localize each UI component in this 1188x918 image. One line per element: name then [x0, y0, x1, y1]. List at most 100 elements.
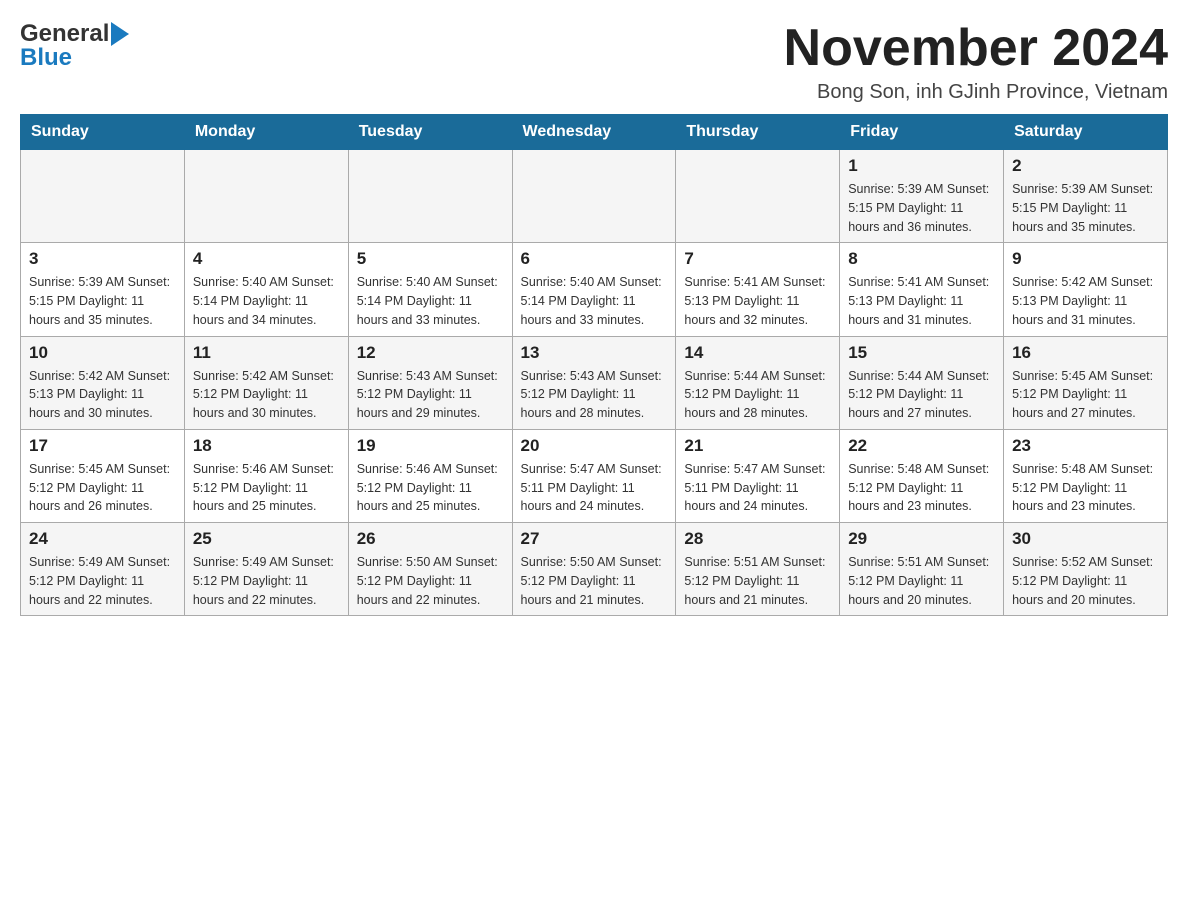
day-info: Sunrise: 5:41 AM Sunset: 5:13 PM Dayligh…	[684, 273, 831, 329]
day-number: 28	[684, 529, 831, 549]
calendar-cell: 15Sunrise: 5:44 AM Sunset: 5:12 PM Dayli…	[840, 336, 1004, 429]
calendar-cell: 5 Sunrise: 5:40 AM Sunset: 5:14 PM Daylig…	[348, 243, 512, 336]
calendar-cell: 9Sunrise: 5:42 AM Sunset: 5:13 PM Daylig…	[1004, 243, 1168, 336]
calendar-week-row: 1 Sunrise: 5:39 AM Sunset: 5:15 PM Daylig…	[21, 150, 1168, 243]
calendar-cell	[184, 150, 348, 243]
weekday-header-friday: Friday	[840, 115, 1004, 150]
day-info: Sunrise: 5:48 AM Sunset: 5:12 PM Dayligh…	[848, 460, 995, 516]
day-number: 20	[521, 436, 668, 456]
calendar-cell: 14 Sunrise: 5:44 AM Sunset: 5:12 PM Dayli…	[676, 336, 840, 429]
calendar-cell: 23 Sunrise: 5:48 AM Sunset: 5:12 PM Dayli…	[1004, 429, 1168, 522]
day-info: Sunrise: 5:40 AM Sunset: 5:14 PM Dayligh…	[357, 273, 504, 329]
day-info: Sunrise: 5:45 AM Sunset: 5:12 PM Dayligh…	[1012, 367, 1159, 423]
calendar-cell: 11 Sunrise: 5:42 AM Sunset: 5:12 PM Dayli…	[184, 336, 348, 429]
calendar-cell: 8 Sunrise: 5:41 AM Sunset: 5:13 PM Daylig…	[840, 243, 1004, 336]
calendar-cell: 20 Sunrise: 5:47 AM Sunset: 5:11 PM Dayli…	[512, 429, 676, 522]
day-info: Sunrise: 5:51 AM Sunset: 5:12 PM Dayligh…	[848, 553, 995, 609]
calendar-cell: 3 Sunrise: 5:39 AM Sunset: 5:15 PM Daylig…	[21, 243, 185, 336]
day-number: 13	[521, 343, 668, 363]
calendar-cell: 24 Sunrise: 5:49 AM Sunset: 5:12 PM Dayli…	[21, 523, 185, 616]
day-number: 18	[193, 436, 340, 456]
day-info: Sunrise: 5:52 AM Sunset: 5:12 PM Dayligh…	[1012, 553, 1159, 609]
day-number: 7	[684, 249, 831, 269]
day-number: 8	[848, 249, 995, 269]
day-info: Sunrise: 5:42 AM Sunset: 5:13 PM Dayligh…	[29, 367, 176, 423]
calendar-cell: 28Sunrise: 5:51 AM Sunset: 5:12 PM Dayli…	[676, 523, 840, 616]
calendar-cell: 27 Sunrise: 5:50 AM Sunset: 5:12 PM Dayli…	[512, 523, 676, 616]
calendar-cell: 21 Sunrise: 5:47 AM Sunset: 5:11 PM Dayli…	[676, 429, 840, 522]
calendar-week-row: 24 Sunrise: 5:49 AM Sunset: 5:12 PM Dayli…	[21, 523, 1168, 616]
calendar-week-row: 10 Sunrise: 5:42 AM Sunset: 5:13 PM Dayli…	[21, 336, 1168, 429]
calendar-cell: 10 Sunrise: 5:42 AM Sunset: 5:13 PM Dayli…	[21, 336, 185, 429]
day-number: 27	[521, 529, 668, 549]
day-number: 30	[1012, 529, 1159, 549]
weekday-header-saturday: Saturday	[1004, 115, 1168, 150]
day-number: 19	[357, 436, 504, 456]
day-number: 29	[848, 529, 995, 549]
day-number: 15	[848, 343, 995, 363]
weekday-header-thursday: Thursday	[676, 115, 840, 150]
day-info: Sunrise: 5:42 AM Sunset: 5:12 PM Dayligh…	[193, 367, 340, 423]
day-number: 5	[357, 249, 504, 269]
day-info: Sunrise: 5:39 AM Sunset: 5:15 PM Dayligh…	[29, 273, 176, 329]
day-number: 25	[193, 529, 340, 549]
calendar-table: SundayMondayTuesdayWednesdayThursdayFrid…	[20, 114, 1168, 616]
weekday-header-tuesday: Tuesday	[348, 115, 512, 150]
day-info: Sunrise: 5:39 AM Sunset: 5:15 PM Dayligh…	[1012, 180, 1159, 236]
location: Bong Son, inh GJinh Province, Vietnam	[784, 81, 1168, 104]
calendar-cell: 26Sunrise: 5:50 AM Sunset: 5:12 PM Dayli…	[348, 523, 512, 616]
day-number: 17	[29, 436, 176, 456]
day-info: Sunrise: 5:40 AM Sunset: 5:14 PM Dayligh…	[521, 273, 668, 329]
logo-arrow-icon	[111, 22, 129, 46]
day-info: Sunrise: 5:41 AM Sunset: 5:13 PM Dayligh…	[848, 273, 995, 329]
logo-blue-text: Blue	[20, 44, 72, 72]
day-number: 4	[193, 249, 340, 269]
calendar-cell	[512, 150, 676, 243]
logo: General Blue	[20, 20, 129, 72]
day-info: Sunrise: 5:46 AM Sunset: 5:12 PM Dayligh…	[357, 460, 504, 516]
day-number: 6	[521, 249, 668, 269]
day-number: 23	[1012, 436, 1159, 456]
page-header: General Blue November 2024 Bong Son, inh…	[20, 20, 1168, 104]
calendar-cell: 16Sunrise: 5:45 AM Sunset: 5:12 PM Dayli…	[1004, 336, 1168, 429]
weekday-header-sunday: Sunday	[21, 115, 185, 150]
day-number: 12	[357, 343, 504, 363]
day-info: Sunrise: 5:44 AM Sunset: 5:12 PM Dayligh…	[684, 367, 831, 423]
day-info: Sunrise: 5:45 AM Sunset: 5:12 PM Dayligh…	[29, 460, 176, 516]
day-info: Sunrise: 5:50 AM Sunset: 5:12 PM Dayligh…	[521, 553, 668, 609]
calendar-cell: 17 Sunrise: 5:45 AM Sunset: 5:12 PM Dayli…	[21, 429, 185, 522]
day-info: Sunrise: 5:47 AM Sunset: 5:11 PM Dayligh…	[521, 460, 668, 516]
calendar-cell: 13Sunrise: 5:43 AM Sunset: 5:12 PM Dayli…	[512, 336, 676, 429]
day-number: 21	[684, 436, 831, 456]
day-info: Sunrise: 5:47 AM Sunset: 5:11 PM Dayligh…	[684, 460, 831, 516]
calendar-cell: 6 Sunrise: 5:40 AM Sunset: 5:14 PM Daylig…	[512, 243, 676, 336]
day-info: Sunrise: 5:43 AM Sunset: 5:12 PM Dayligh…	[357, 367, 504, 423]
day-number: 11	[193, 343, 340, 363]
calendar-cell	[348, 150, 512, 243]
day-number: 2	[1012, 156, 1159, 176]
day-info: Sunrise: 5:49 AM Sunset: 5:12 PM Dayligh…	[29, 553, 176, 609]
day-number: 26	[357, 529, 504, 549]
calendar-cell: 18Sunrise: 5:46 AM Sunset: 5:12 PM Dayli…	[184, 429, 348, 522]
title-section: November 2024 Bong Son, inh GJinh Provin…	[784, 20, 1168, 104]
weekday-header-row: SundayMondayTuesdayWednesdayThursdayFrid…	[21, 115, 1168, 150]
calendar-cell: 30 Sunrise: 5:52 AM Sunset: 5:12 PM Dayli…	[1004, 523, 1168, 616]
day-number: 14	[684, 343, 831, 363]
day-number: 22	[848, 436, 995, 456]
calendar-cell: 12 Sunrise: 5:43 AM Sunset: 5:12 PM Dayli…	[348, 336, 512, 429]
calendar-cell: 25 Sunrise: 5:49 AM Sunset: 5:12 PM Dayli…	[184, 523, 348, 616]
weekday-header-wednesday: Wednesday	[512, 115, 676, 150]
calendar-cell: 4Sunrise: 5:40 AM Sunset: 5:14 PM Daylig…	[184, 243, 348, 336]
calendar-cell: 19 Sunrise: 5:46 AM Sunset: 5:12 PM Dayli…	[348, 429, 512, 522]
day-info: Sunrise: 5:49 AM Sunset: 5:12 PM Dayligh…	[193, 553, 340, 609]
day-info: Sunrise: 5:39 AM Sunset: 5:15 PM Dayligh…	[848, 180, 995, 236]
day-number: 24	[29, 529, 176, 549]
weekday-header-monday: Monday	[184, 115, 348, 150]
day-number: 3	[29, 249, 176, 269]
day-info: Sunrise: 5:48 AM Sunset: 5:12 PM Dayligh…	[1012, 460, 1159, 516]
month-title: November 2024	[784, 20, 1168, 77]
day-number: 10	[29, 343, 176, 363]
day-number: 1	[848, 156, 995, 176]
calendar-cell: 2 Sunrise: 5:39 AM Sunset: 5:15 PM Daylig…	[1004, 150, 1168, 243]
calendar-week-row: 3 Sunrise: 5:39 AM Sunset: 5:15 PM Daylig…	[21, 243, 1168, 336]
